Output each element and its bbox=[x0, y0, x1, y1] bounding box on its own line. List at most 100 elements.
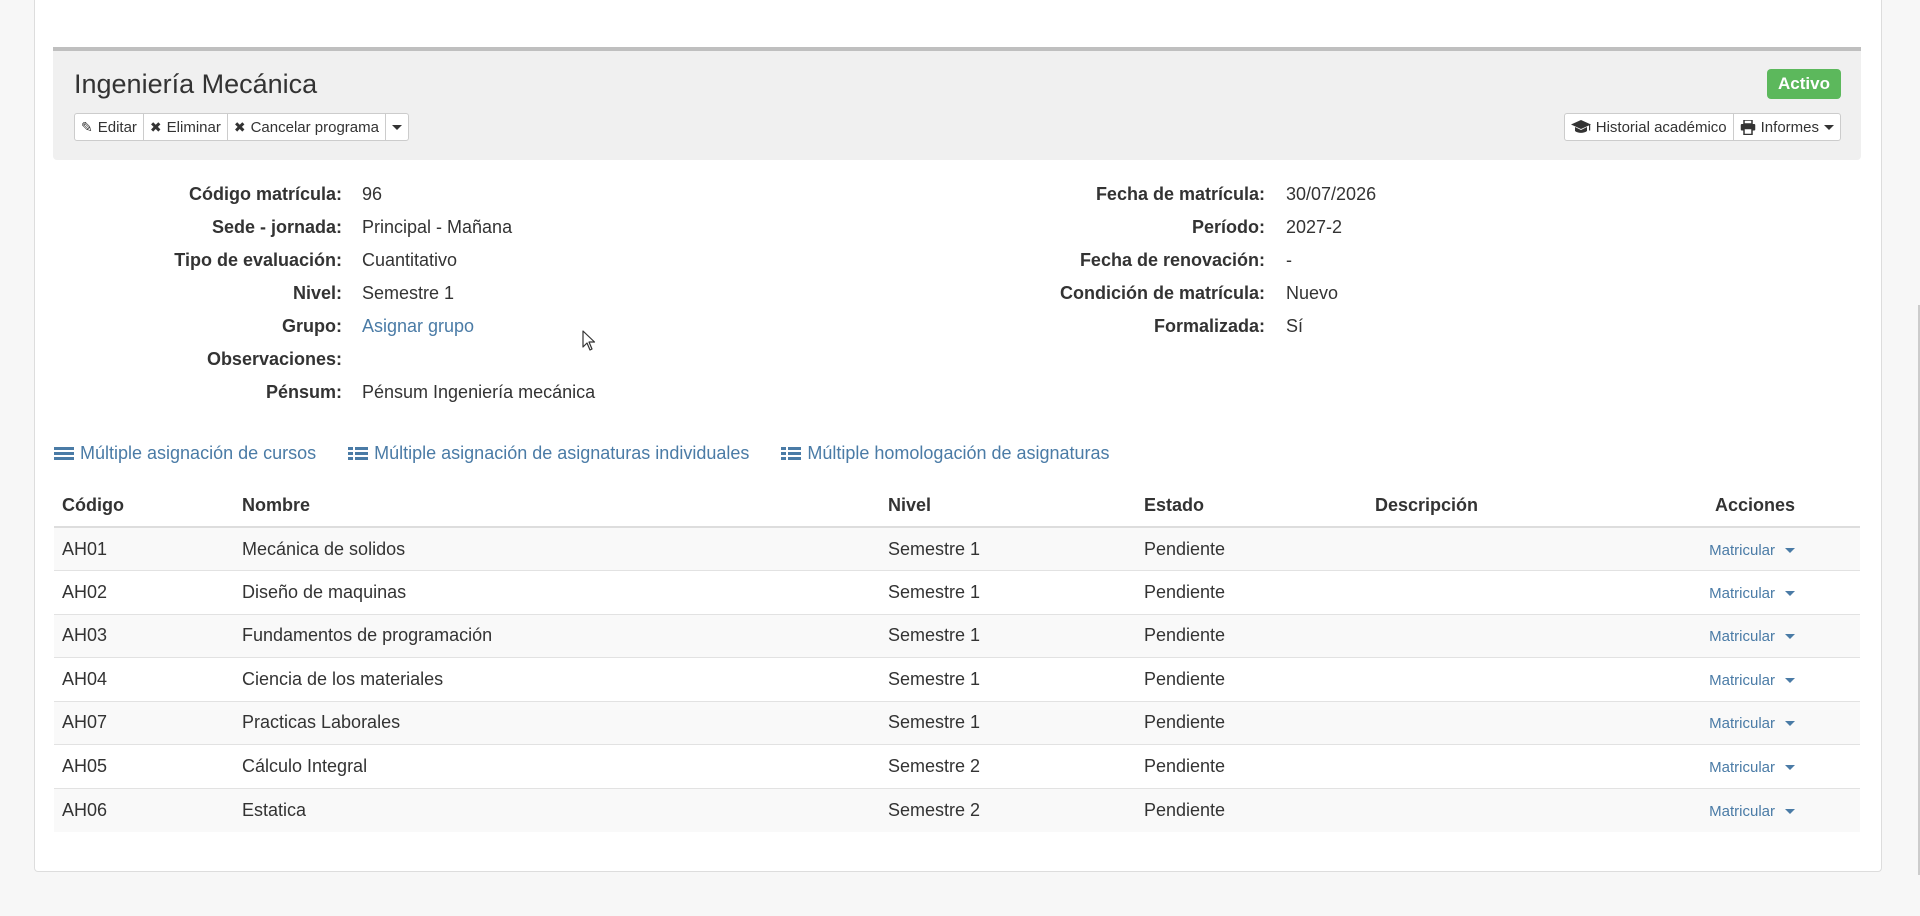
detail-label: Nivel: bbox=[292, 283, 342, 303]
table-row: AH01 Mecánica de solidos Semestre 1 Pend… bbox=[54, 526, 1860, 571]
list-icon bbox=[54, 447, 74, 460]
enroll-dropdown[interactable]: Matricular bbox=[1709, 759, 1795, 776]
cell-nivel: Semestre 1 bbox=[880, 657, 1136, 701]
table-row: AH05 Cálculo Integral Semestre 2 Pendien… bbox=[54, 744, 1860, 788]
graduation-cap-icon bbox=[1570, 120, 1591, 133]
cell-descripcion bbox=[1367, 657, 1667, 701]
detail-label: Formalizada: bbox=[1153, 316, 1265, 336]
cell-codigo: AH07 bbox=[54, 700, 234, 745]
table-row: AH07 Practicas Laborales Semestre 1 Pend… bbox=[54, 700, 1860, 745]
reports-dropdown[interactable]: Informes bbox=[1732, 113, 1841, 141]
cell-codigo: AH03 bbox=[54, 613, 234, 658]
column-header-acciones: Acciones bbox=[1667, 485, 1860, 528]
cancel-program-label: Cancelar programa bbox=[250, 118, 379, 136]
detail-label: Pénsum: bbox=[265, 382, 342, 402]
caret-down-icon bbox=[1785, 634, 1795, 640]
table-row: AH04 Ciencia de los materiales Semestre … bbox=[54, 657, 1860, 701]
enroll-dropdown[interactable]: Matricular bbox=[1709, 585, 1795, 602]
report-actions: Historial académico Informes bbox=[1563, 113, 1841, 141]
cell-estado: Pendiente bbox=[1136, 570, 1367, 614]
detail-label: Período: bbox=[1191, 217, 1265, 237]
caret-down-icon bbox=[391, 124, 402, 130]
subjects-table: Código Nombre Nivel Estado Descripción A… bbox=[54, 485, 1860, 832]
cell-descripcion bbox=[1367, 700, 1667, 745]
cell-codigo: AH01 bbox=[54, 526, 234, 571]
print-icon bbox=[1740, 119, 1755, 135]
detail-label: Observaciones: bbox=[206, 349, 342, 369]
detail-label: Condición de matrícula: bbox=[1059, 283, 1265, 303]
cell-nombre: Practicas Laborales bbox=[234, 700, 880, 745]
delete-button[interactable]: ✖ Eliminar bbox=[142, 113, 228, 141]
cell-codigo: AH04 bbox=[54, 657, 234, 701]
detail-value: Nuevo bbox=[1286, 283, 1339, 303]
cell-nombre: Cálculo Integral bbox=[234, 744, 880, 788]
cell-acciones: Matricular bbox=[1667, 613, 1860, 658]
enroll-label: Matricular bbox=[1709, 541, 1775, 559]
detail-value: Pénsum Ingeniería mecánica bbox=[362, 382, 596, 402]
mouse-cursor-icon bbox=[582, 330, 596, 351]
enroll-label: Matricular bbox=[1709, 802, 1775, 820]
table-header-row: Código Nombre Nivel Estado Descripción A… bbox=[54, 485, 1860, 528]
caret-down-icon bbox=[1785, 590, 1795, 596]
bulk-homologation-link[interactable]: Múltiple homologación de asignaturas bbox=[781, 443, 1110, 464]
assign-group-link[interactable]: Asignar grupo bbox=[362, 316, 474, 337]
table-row: AH06 Estatica Semestre 2 Pendiente Matri… bbox=[54, 787, 1860, 832]
enroll-label: Matricular bbox=[1709, 584, 1775, 602]
detail-label: Tipo de evaluación: bbox=[174, 250, 342, 270]
cell-estado: Pendiente bbox=[1136, 613, 1367, 658]
edit-button[interactable]: ✎ Editar bbox=[74, 113, 144, 141]
cell-acciones: Matricular bbox=[1667, 787, 1860, 832]
cell-estado: Pendiente bbox=[1136, 744, 1367, 788]
cell-estado: Pendiente bbox=[1136, 657, 1367, 701]
enroll-label: Matricular bbox=[1709, 715, 1775, 733]
detail-label: Código matrícula: bbox=[188, 184, 342, 204]
enroll-dropdown[interactable]: Matricular bbox=[1709, 672, 1795, 689]
detail-value: 2027-2 bbox=[1286, 217, 1343, 237]
cell-estado: Pendiente bbox=[1136, 526, 1367, 571]
program-actions: ✎ Editar ✖ Eliminar ✖ Cancelar programa bbox=[74, 113, 409, 141]
cell-nombre: Ciencia de los materiales bbox=[234, 657, 880, 701]
cell-acciones: Matricular bbox=[1667, 570, 1860, 614]
detail-value: Sí bbox=[1286, 316, 1304, 336]
detail-value: 30/07/2026 bbox=[1286, 184, 1377, 204]
detail-value: 96 bbox=[362, 184, 383, 204]
enroll-dropdown[interactable]: Matricular bbox=[1709, 628, 1795, 645]
cell-codigo: AH02 bbox=[54, 570, 234, 614]
detail-label: Fecha de matrícula: bbox=[1095, 184, 1265, 204]
column-header-nivel: Nivel bbox=[880, 485, 1136, 528]
cell-nivel: Semestre 1 bbox=[880, 570, 1136, 614]
edit-label: Editar bbox=[97, 118, 137, 136]
cell-nivel: Semestre 1 bbox=[880, 700, 1136, 745]
bulk-assign-courses-label: Múltiple asignación de cursos bbox=[80, 443, 317, 463]
close-icon: ✖ bbox=[233, 119, 246, 135]
detail-label: Sede - jornada: bbox=[211, 217, 342, 237]
detail-value: Semestre 1 bbox=[362, 283, 455, 303]
reports-label: Informes bbox=[1760, 118, 1819, 136]
academic-history-button[interactable]: Historial académico bbox=[1563, 113, 1734, 141]
table-row: AH02 Diseño de maquinas Semestre 1 Pendi… bbox=[54, 570, 1860, 614]
cell-nombre: Mecánica de solidos bbox=[234, 526, 880, 571]
cell-nombre: Estatica bbox=[234, 787, 880, 832]
bulk-assign-courses-link[interactable]: Múltiple asignación de cursos bbox=[54, 443, 316, 464]
cancel-program-button[interactable]: ✖ Cancelar programa bbox=[226, 113, 386, 141]
caret-down-icon bbox=[1785, 808, 1795, 814]
enroll-dropdown[interactable]: Matricular bbox=[1709, 542, 1795, 559]
caret-down-icon bbox=[1785, 547, 1795, 553]
bulk-homologation-label: Múltiple homologación de asignaturas bbox=[807, 443, 1110, 463]
caret-down-icon bbox=[1824, 124, 1834, 130]
status-badge: Activo bbox=[1767, 69, 1841, 99]
enroll-dropdown[interactable]: Matricular bbox=[1709, 715, 1795, 732]
enroll-label: Matricular bbox=[1709, 671, 1775, 689]
bulk-assign-subjects-link[interactable]: Múltiple asignación de asignaturas indiv… bbox=[348, 443, 749, 464]
cell-descripcion bbox=[1367, 613, 1667, 658]
cell-descripcion bbox=[1367, 787, 1667, 832]
cell-estado: Pendiente bbox=[1136, 787, 1367, 832]
detail-label: Grupo: bbox=[282, 316, 342, 336]
list-icon bbox=[781, 447, 802, 460]
enroll-dropdown[interactable]: Matricular bbox=[1709, 803, 1795, 820]
detail-label: Fecha de renovación: bbox=[1079, 250, 1265, 270]
more-actions-dropdown[interactable] bbox=[384, 113, 409, 141]
program-header: Ingeniería Mecánica Activo ✎ Editar ✖ El… bbox=[53, 47, 1861, 160]
academic-history-label: Historial académico bbox=[1595, 118, 1727, 136]
detail-value: Cuantitativo bbox=[362, 250, 458, 270]
